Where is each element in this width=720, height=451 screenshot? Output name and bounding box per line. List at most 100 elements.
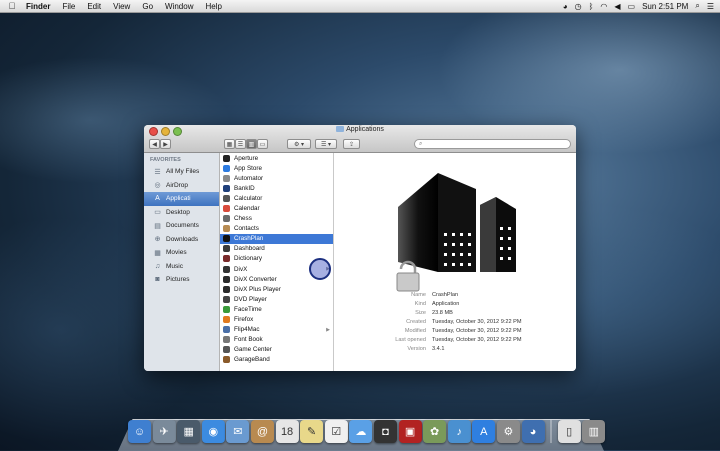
menu-edit[interactable]: Edit bbox=[81, 2, 107, 11]
crashplan-menu-icon[interactable]: ◕ bbox=[563, 2, 568, 11]
list-item[interactable]: DVD Player bbox=[220, 294, 333, 304]
list-item[interactable]: Calendar bbox=[220, 203, 333, 213]
wifi-icon[interactable]: ◠ bbox=[600, 2, 607, 11]
documents-stack-icon[interactable]: ▯ bbox=[557, 420, 581, 443]
search-input[interactable]: ⌕ bbox=[414, 139, 571, 149]
notification-center-icon[interactable]: ☰ bbox=[707, 2, 714, 11]
folder-icon bbox=[336, 126, 345, 132]
list-item[interactable]: Automator bbox=[220, 173, 333, 183]
documents-icon: ▤ bbox=[154, 222, 161, 230]
list-item[interactable]: DivX Plus Player bbox=[220, 284, 333, 294]
list-item[interactable]: BankID bbox=[220, 183, 333, 193]
info-value: Tuesday, October 30, 2012 9:22 PM bbox=[432, 318, 522, 325]
notes-icon[interactable]: ✎ bbox=[300, 420, 324, 443]
list-item[interactable]: Chess bbox=[220, 214, 333, 224]
volume-icon[interactable]: ◀ bbox=[614, 2, 620, 11]
icon-view-button[interactable]: ▦ bbox=[224, 139, 235, 149]
app-icon bbox=[223, 245, 230, 253]
preview-column: Name CrashPlan Kind Application Size 23.8 MB C… bbox=[334, 153, 576, 371]
app-icon bbox=[223, 235, 230, 243]
launchpad-icon[interactable]: ✈ bbox=[152, 420, 176, 443]
system-preferences-icon[interactable]: ⚙ bbox=[496, 420, 520, 443]
battery-icon[interactable]: ▭ bbox=[628, 2, 636, 11]
sidebar-item-label: All My Files bbox=[166, 168, 200, 176]
list-item[interactable]: GarageBand bbox=[220, 355, 333, 365]
title-bar[interactable]: Applications ◀ ▶ ▦ ☰ ▥ ▭ ⚙ ▾ ☰ ▾ ⇪ ⌕ bbox=[144, 125, 576, 153]
cover-flow-button[interactable]: ▭ bbox=[257, 139, 268, 149]
list-item[interactable]: Flip4Mac ▶ bbox=[220, 325, 333, 335]
arrange-menu-button[interactable]: ☰ ▾ bbox=[315, 139, 337, 149]
mail-icon[interactable]: ✉ bbox=[226, 420, 250, 443]
bluetooth-icon[interactable]: ᛒ bbox=[589, 2, 594, 11]
app-label: BankID bbox=[234, 184, 255, 192]
sidebar-item-all-my-files[interactable]: ☰ All My Files bbox=[144, 165, 219, 179]
sidebar-item-airdrop[interactable]: ◎ AirDrop bbox=[144, 179, 219, 193]
click-highlight bbox=[309, 258, 331, 280]
forward-button[interactable]: ▶ bbox=[160, 139, 171, 149]
sidebar-item-music[interactable]: ♫ Music bbox=[144, 260, 219, 274]
crashplan-icon[interactable]: ◕ bbox=[521, 420, 545, 443]
app-icon bbox=[223, 164, 230, 172]
share-button[interactable]: ⇪ bbox=[343, 139, 360, 149]
sidebar-item-downloads[interactable]: ⊕ Downloads bbox=[144, 233, 219, 247]
app-label: DivX Converter bbox=[234, 275, 277, 283]
airdrop-icon: ◎ bbox=[154, 182, 161, 190]
menu-go[interactable]: Go bbox=[136, 2, 159, 11]
app-label: DVD Player bbox=[234, 295, 267, 303]
list-item[interactable]: App Store bbox=[220, 163, 333, 173]
contacts-icon[interactable]: @ bbox=[250, 420, 274, 443]
list-item[interactable]: Dashboard bbox=[220, 244, 333, 254]
dock: ☺ ✈ ▦ ◉ ✉ @18 ✎ ☑ ☁ ◘ ▣ ✿ ♪ A ⚙ ◕ ▯ ▥ bbox=[128, 420, 606, 443]
sidebar-item-desktop[interactable]: ▭ Desktop bbox=[144, 206, 219, 220]
downloads-icon: ⊕ bbox=[154, 236, 161, 244]
trash-icon[interactable]: ▥ bbox=[582, 420, 606, 443]
list-view-button[interactable]: ☰ bbox=[235, 139, 246, 149]
iphoto-icon[interactable]: ✿ bbox=[423, 420, 447, 443]
app-label: Calculator bbox=[234, 194, 263, 202]
sidebar-item-label: Applicati bbox=[166, 195, 191, 203]
safari-icon[interactable]: ◉ bbox=[201, 420, 225, 443]
spotlight-icon[interactable]: ⌕ bbox=[695, 1, 699, 11]
list-item[interactable]: FaceTime bbox=[220, 304, 333, 314]
reminders-icon[interactable]: ☑ bbox=[324, 420, 348, 443]
info-row: Version 3.4.1 bbox=[334, 344, 576, 353]
menu-file[interactable]: File bbox=[56, 2, 81, 11]
toolbar: ◀ ▶ ▦ ☰ ▥ ▭ ⚙ ▾ ☰ ▾ ⇪ ⌕ bbox=[144, 137, 576, 151]
mission-control-icon[interactable]: ▦ bbox=[177, 420, 201, 443]
time-machine-icon[interactable]: ◷ bbox=[575, 2, 582, 11]
calendar-icon[interactable]: 18 bbox=[275, 420, 299, 443]
info-row: Name CrashPlan bbox=[334, 290, 576, 299]
app-icon bbox=[223, 356, 230, 364]
finder-icon[interactable]: ☺ bbox=[128, 420, 151, 443]
menu-finder[interactable]: Finder bbox=[20, 2, 56, 11]
apple-icon[interactable]:  bbox=[4, 1, 20, 11]
action-menu-button[interactable]: ⚙ ▾ bbox=[287, 139, 311, 149]
app-icon bbox=[223, 215, 230, 223]
info-value: CrashPlan bbox=[432, 291, 459, 298]
menu-clock[interactable]: Sun 2:51 PM bbox=[642, 2, 688, 11]
sidebar-item-documents[interactable]: ▤ Documents bbox=[144, 219, 219, 233]
list-item[interactable]: CrashPlan bbox=[220, 233, 333, 244]
list-item[interactable]: Calculator bbox=[220, 193, 333, 203]
app-store-icon[interactable]: A bbox=[472, 420, 496, 443]
sidebar-item-pictures[interactable]: ◙ Pictures bbox=[144, 273, 219, 287]
list-item[interactable]: Game Center bbox=[220, 345, 333, 355]
list-item[interactable]: Aperture bbox=[220, 153, 333, 163]
menu-window[interactable]: Window bbox=[159, 2, 199, 11]
sidebar-item-label: Movies bbox=[166, 249, 187, 257]
facetime-icon[interactable]: ◘ bbox=[373, 420, 397, 443]
photo-booth-icon[interactable]: ▣ bbox=[398, 420, 422, 443]
itunes-icon[interactable]: ♪ bbox=[447, 420, 471, 443]
list-item[interactable]: Font Book bbox=[220, 335, 333, 345]
sidebar-item-movies[interactable]: ▦ Movies bbox=[144, 246, 219, 260]
list-item[interactable]: Contacts bbox=[220, 224, 333, 234]
back-button[interactable]: ◀ bbox=[149, 139, 160, 149]
app-icon bbox=[223, 305, 230, 313]
list-item[interactable]: Firefox bbox=[220, 315, 333, 325]
menu-view[interactable]: View bbox=[107, 2, 136, 11]
desktop-icon: ▭ bbox=[154, 209, 161, 217]
messages-icon[interactable]: ☁ bbox=[349, 420, 373, 443]
sidebar-item-applicati[interactable]: A Applicati bbox=[144, 192, 219, 206]
column-view-button[interactable]: ▥ bbox=[246, 139, 257, 149]
menu-help[interactable]: Help bbox=[199, 2, 227, 11]
